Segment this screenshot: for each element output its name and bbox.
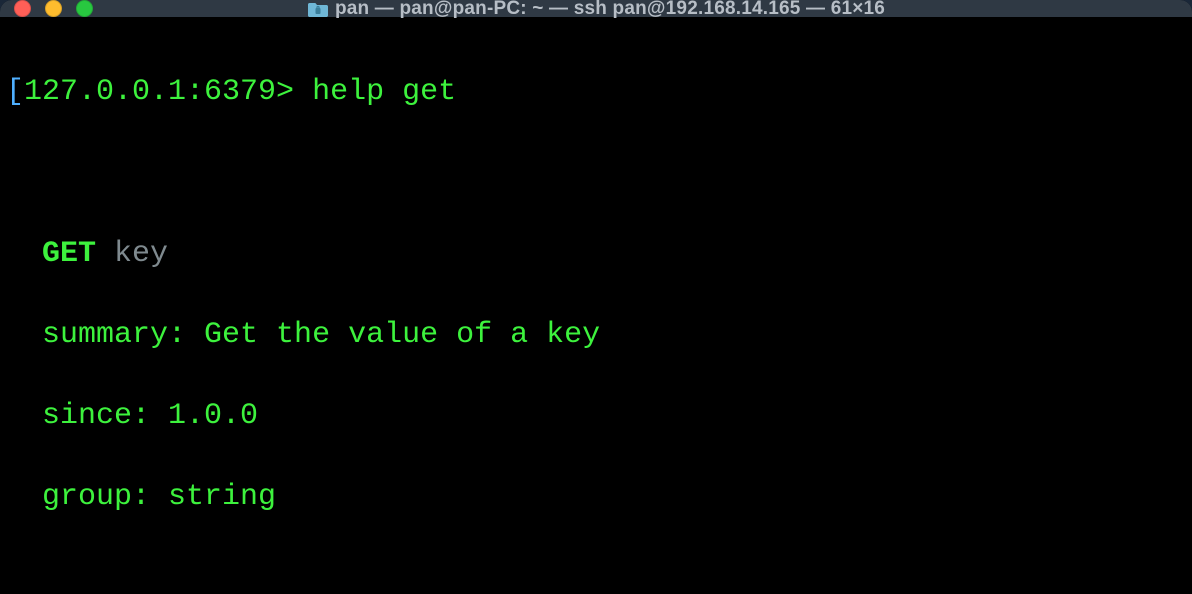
since-value: 1.0.0: [168, 399, 258, 433]
minimize-button[interactable]: [45, 0, 62, 17]
group-value: string: [168, 480, 276, 514]
folder-icon: [307, 1, 327, 17]
since-label: since:: [42, 399, 168, 433]
help-since: since: 1.0.0: [6, 396, 1188, 437]
close-button[interactable]: [14, 0, 31, 17]
blank-line-2: [6, 558, 1188, 594]
help-signature: GET key: [6, 234, 1188, 275]
help-summary: summary: Get the value of a key: [6, 315, 1188, 356]
summary-label: summary:: [42, 318, 204, 352]
prompt-line-1: [127.0.0.1:6379> help get: [6, 72, 1188, 113]
terminal-body[interactable]: [127.0.0.1:6379> help get GET key summar…: [0, 17, 1192, 594]
traffic-lights: [14, 0, 93, 17]
indent: [6, 399, 42, 433]
title-wrap: pan — pan@pan-PC: ~ — ssh pan@192.168.14…: [0, 0, 1192, 20]
window-title: pan — pan@pan-PC: ~ — ssh pan@192.168.14…: [335, 0, 885, 20]
blank-line-1: [6, 153, 1188, 194]
terminal-window: pan — pan@pan-PC: ~ — ssh pan@192.168.14…: [0, 0, 1192, 594]
indent: [6, 237, 42, 271]
prompt-bracket: [: [6, 75, 24, 109]
help-group: group: string: [6, 477, 1188, 518]
zoom-button[interactable]: [76, 0, 93, 17]
command-1: help get: [312, 75, 456, 109]
summary-value: Get the value of a key: [204, 318, 600, 352]
prompt-1: 127.0.0.1:6379>: [24, 75, 312, 109]
indent: [6, 480, 42, 514]
indent: [6, 318, 42, 352]
help-cmd-name: GET: [42, 237, 96, 271]
help-cmd-arg: key: [96, 237, 168, 271]
group-label: group:: [42, 480, 168, 514]
titlebar: pan — pan@pan-PC: ~ — ssh pan@192.168.14…: [0, 0, 1192, 17]
